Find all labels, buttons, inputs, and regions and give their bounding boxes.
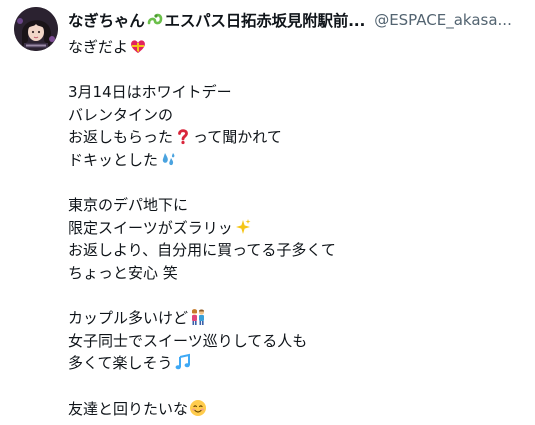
text-segment: お返しより、自分用に買ってる子多くて: [68, 241, 336, 260]
tweet-text: なぎだよ 3月14日はホワイトデー バレンタインの お返しもらった って聞かれて…: [68, 36, 523, 420]
text-segment: ちょっと安心 笑: [68, 263, 178, 282]
couple-icon: [191, 309, 205, 326]
text-line: ドキッとした: [68, 149, 523, 172]
tweet-header: なぎちゃん エスパス日拓赤坂見附駅前... @ESPACE_akasa...: [68, 8, 528, 32]
avatar-image: [14, 7, 58, 51]
text-line: ちょっと安心 笑: [68, 262, 523, 285]
text-segment: って聞かれて: [193, 128, 282, 147]
display-name-text: なぎちゃん: [68, 12, 145, 30]
text-segment: バレンタインの: [68, 105, 174, 124]
display-name[interactable]: なぎちゃん エスパス日拓赤坂見附駅前...: [68, 9, 365, 31]
text-line: カップル多いけど: [68, 307, 523, 330]
text-line: 東京のデパ地下に: [68, 194, 523, 217]
text-line: 友達と回りたいな: [68, 398, 523, 421]
text-segment: 限定スイーツがズラリッ: [68, 218, 233, 237]
text-segment: 東京のデパ地下に: [68, 196, 189, 215]
text-line: 3月14日はホワイトデー: [68, 81, 523, 104]
text-line: お返しもらった って聞かれて: [68, 126, 523, 149]
text-line: なぎだよ: [68, 36, 523, 59]
music-notes-icon: [175, 354, 190, 370]
text-line: 限定スイーツがズラリッ: [68, 217, 523, 240]
text-line: バレンタインの: [68, 104, 523, 127]
text-segment: 多くて楽しそう: [68, 354, 173, 373]
sparkles-icon: [235, 218, 251, 234]
text-segment: お返しもらった: [68, 128, 174, 147]
sweat-droplets-icon: [162, 152, 175, 166]
heart-ribbon-icon: [131, 40, 145, 53]
question-mark-icon: [178, 129, 188, 145]
user-handle[interactable]: @ESPACE_akasa...: [374, 11, 512, 29]
text-segment: ドキッとした: [68, 150, 159, 169]
snake-icon: [147, 13, 162, 24]
avatar[interactable]: [14, 7, 58, 51]
text-segment: カップル多いけど: [68, 309, 189, 328]
text-line: お返しより、自分用に買ってる子多くて: [68, 239, 523, 262]
text-segment: なぎだよ: [68, 38, 129, 56]
text-line: 女子同士でスイーツ巡りしてる人も: [68, 330, 523, 353]
tweet: なぎちゃん エスパス日拓赤坂見附駅前... @ESPACE_akasa... な…: [0, 0, 535, 425]
display-name-suffix: エスパス日拓赤坂見附駅前...: [164, 12, 366, 30]
text-segment: 友達と回りたいな: [68, 399, 189, 418]
smiling-face-icon: [190, 399, 207, 416]
text-segment: 3月14日はホワイトデー: [68, 83, 232, 102]
text-segment: 女子同士でスイーツ巡りしてる人も: [68, 331, 308, 350]
text-line: 多くて楽しそう: [68, 352, 523, 375]
